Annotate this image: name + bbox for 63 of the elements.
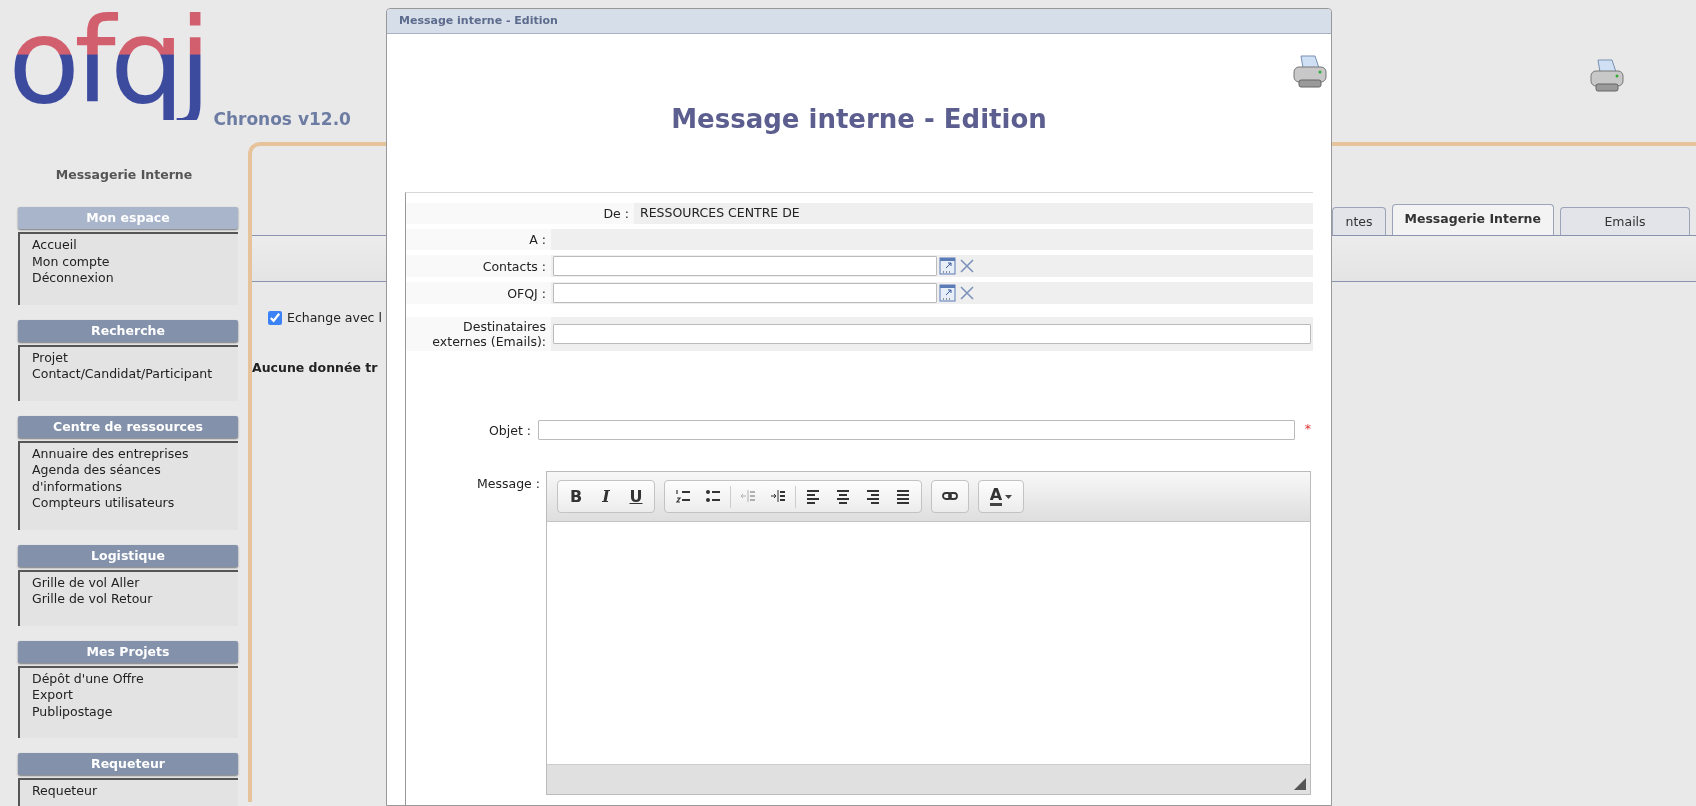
- sidebar-link[interactable]: Compteurs utilisateurs: [32, 495, 226, 512]
- input-field[interactable]: [553, 256, 937, 276]
- field-label: De :: [406, 203, 634, 224]
- sidebar-link[interactable]: Annuaire des entreprises: [32, 445, 226, 462]
- printer-icon[interactable]: [1588, 58, 1626, 94]
- section-header: Logistique: [18, 544, 238, 567]
- align-center-icon: [835, 488, 851, 505]
- section-header: Requeteur: [18, 753, 238, 775]
- underline-button[interactable]: U: [621, 481, 651, 512]
- field-label: Contacts :: [406, 255, 551, 277]
- input-field[interactable]: [538, 420, 1295, 440]
- tab[interactable]: ntes: [1332, 207, 1386, 235]
- italic-button[interactable]: I: [591, 481, 621, 512]
- input-field[interactable]: [553, 324, 1311, 344]
- product-name: Chronos v12.0: [213, 107, 351, 131]
- numbered-list-icon: [675, 488, 691, 505]
- sidebar-link[interactable]: Mon compte: [32, 253, 226, 270]
- checkbox[interactable]: [268, 311, 282, 326]
- section-header: Recherche: [18, 319, 238, 342]
- align-right-icon: [865, 488, 881, 505]
- section-header: Mes Projets: [18, 640, 238, 663]
- page-heading: Message interne - Edition: [670, 104, 1048, 136]
- input-field[interactable]: [553, 283, 937, 303]
- field-label: Message :: [476, 475, 541, 493]
- bold-button[interactable]: B: [561, 481, 591, 512]
- picker-icon[interactable]: [939, 256, 957, 276]
- section-header: Mon espace: [18, 207, 238, 229]
- clear-icon[interactable]: [959, 258, 975, 274]
- sidebar-link[interactable]: Publipostage: [32, 703, 226, 720]
- sidebar-link[interactable]: Projet: [32, 349, 226, 366]
- clear-icon[interactable]: [959, 285, 975, 301]
- required-mark: *: [1304, 420, 1311, 438]
- picker-icon[interactable]: [939, 283, 957, 303]
- outdent-icon: [740, 488, 756, 505]
- empty-message: Aucune donnée tr: [252, 358, 379, 377]
- indent-icon: [770, 488, 786, 505]
- field-label: A :: [406, 229, 551, 250]
- caret-icon: [1005, 494, 1013, 499]
- sidebar-link[interactable]: Requeteur: [32, 783, 226, 800]
- printer-icon[interactable]: [1291, 54, 1329, 90]
- sidebar-link[interactable]: Export: [32, 687, 226, 704]
- checkbox-label: Echange avec l: [287, 309, 382, 327]
- bullet-list-icon: [705, 488, 721, 505]
- sidebar-link[interactable]: Contact/Candidat/Participant: [32, 366, 226, 383]
- sidebar-link[interactable]: Accueil: [32, 237, 226, 254]
- tab[interactable]: Messagerie Interne: [1391, 204, 1554, 235]
- align-left-icon: [805, 488, 821, 505]
- sender-value: RESSOURCES CENTRE DE: [640, 204, 800, 223]
- sidebar-link[interactable]: Déconnexion: [32, 270, 226, 287]
- field-label: Destinataires externes (Emails):: [406, 317, 551, 351]
- modal-title: Message interne - Edition: [387, 9, 1331, 34]
- resize-handle-icon[interactable]: [1294, 778, 1306, 790]
- tab[interactable]: Emails: [1560, 207, 1690, 235]
- align-justify-icon: [895, 488, 911, 505]
- text-color-button[interactable]: A: [982, 481, 1020, 512]
- field-label: OFQJ :: [406, 282, 551, 304]
- sidebar-link[interactable]: Dépôt d'une Offre: [32, 670, 226, 687]
- sidebar-title: Messagerie Interne: [54, 166, 194, 184]
- section-header: Centre de ressources: [18, 415, 238, 438]
- sidebar-link[interactable]: Grille de vol Aller: [32, 574, 226, 591]
- field-label: Objet :: [487, 421, 532, 440]
- sidebar-link[interactable]: Agenda des séances d'informations: [32, 462, 226, 495]
- sidebar-link[interactable]: Grille de vol Retour: [32, 591, 226, 608]
